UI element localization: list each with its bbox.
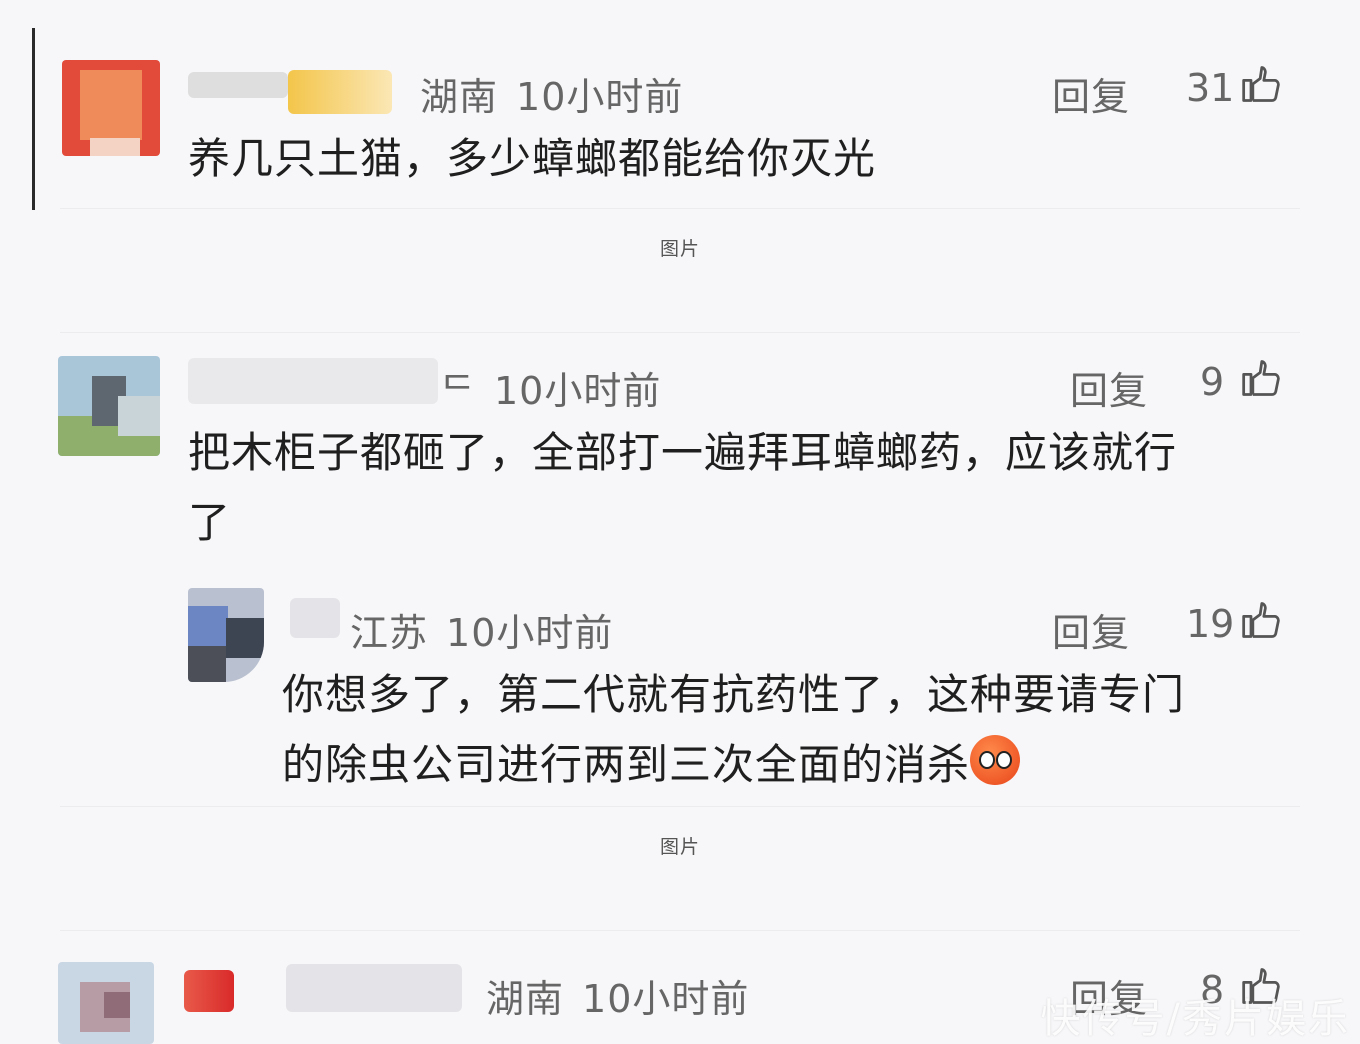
like-count: 19 (1186, 602, 1235, 646)
timestamp: 10小时前 (493, 369, 662, 413)
reply-button[interactable]: 回复 (1052, 602, 1130, 657)
divider (60, 332, 1300, 333)
thumbs-up-icon[interactable] (1240, 598, 1284, 642)
location: ᄃ (440, 369, 476, 413)
timestamp: 10小时前 (516, 75, 684, 119)
username-blurred[interactable] (188, 358, 438, 404)
comment-text-content: 的除虫公司进行两到三次全面的消杀 (282, 740, 971, 789)
watermark: 快传号/秀片娱乐 (1040, 996, 1350, 1042)
comment-text: 养几只土猫，多少蟑螂都能给你灭光 (188, 134, 877, 183)
image-caption: 图片 (659, 238, 700, 260)
comment-meta: 江苏 10小时前 (350, 602, 631, 657)
avatar[interactable] (58, 962, 154, 1044)
thumbs-up-icon[interactable] (1240, 356, 1284, 400)
comment-meta: 湖南 10小时前 (420, 66, 701, 121)
avatar[interactable] (58, 356, 160, 456)
divider (60, 930, 1300, 931)
username-blurred[interactable] (288, 70, 392, 114)
comment-meta: ᄃ 10小时前 (440, 360, 679, 415)
avatar[interactable] (62, 60, 160, 156)
comment-text-line: 了 (188, 498, 232, 547)
username-blurred[interactable] (184, 970, 234, 1012)
reply-button[interactable]: 回复 (1052, 66, 1130, 121)
shocked-face-emoji-icon (970, 735, 1021, 785)
thumbs-up-icon[interactable] (1240, 62, 1284, 106)
username-blurred[interactable] (286, 964, 462, 1012)
location: 江苏 (350, 611, 429, 655)
location: 湖南 (486, 977, 565, 1021)
username-blurred[interactable] (188, 72, 288, 98)
timestamp: 10小时前 (582, 977, 750, 1021)
quote-bar (32, 28, 35, 210)
comment-meta: 湖南 10小时前 (486, 968, 767, 1023)
like-count: 31 (1186, 66, 1235, 110)
image-caption: 图片 (659, 836, 700, 858)
divider (60, 208, 1300, 209)
username-blurred[interactable] (290, 598, 340, 638)
timestamp: 10小时前 (446, 611, 614, 655)
avatar[interactable] (188, 588, 264, 682)
comment-text-line: 把木柜子都砸了，全部打一遍拜耳蟑螂药，应该就行 (188, 428, 1178, 477)
divider (60, 806, 1300, 807)
like-count: 9 (1200, 360, 1225, 404)
comment-text-line: 你想多了，第二代就有抗药性了，这种要请专门 (282, 670, 1186, 719)
reply-button[interactable]: 回复 (1070, 360, 1148, 415)
location: 湖南 (420, 75, 499, 119)
comment-text-line: 的除虫公司进行两到三次全面的消杀 (282, 730, 1021, 800)
